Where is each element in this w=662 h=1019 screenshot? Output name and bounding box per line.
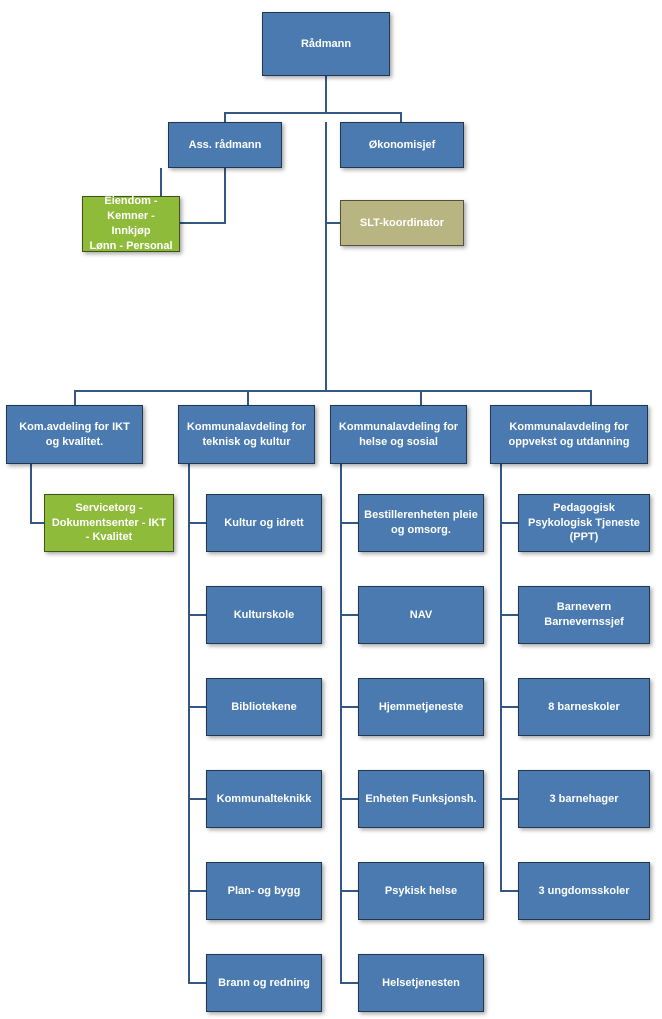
node-barnehager: 3 barnehager — [518, 770, 650, 828]
node-slt: SLT-koordinator — [340, 200, 464, 246]
node-helsetjenesten: Helsetjenesten — [358, 954, 484, 1012]
node-radmann: Rådmann — [262, 12, 390, 76]
node-kommunalteknikk: Kommunalteknikk — [206, 770, 322, 828]
node-ppt: Pedagogisk Psykologisk Tjeneste (PPT) — [518, 494, 650, 552]
dept-teknisk: Kommunalavdeling for teknisk og kultur — [178, 405, 315, 464]
dept-helse: Kommunalavdeling for helse og sosial — [330, 405, 467, 464]
dept-ikt: Kom.avdeling for IKT og kvalitet. — [6, 405, 143, 464]
node-bestillerenheten: Bestillerenheten pleie og omsorg. — [358, 494, 484, 552]
node-funksjonsh: Enheten Funksjonsh. — [358, 770, 484, 828]
node-nav: NAV — [358, 586, 484, 644]
node-barnevern: Barnevern Barnevernssjef — [518, 586, 650, 644]
node-psykisk-helse: Psykisk helse — [358, 862, 484, 920]
node-barneskoler: 8 barneskoler — [518, 678, 650, 736]
node-plan-bygg: Plan- og bygg — [206, 862, 322, 920]
node-eiendom: Eiendom - Kemner - Innkjøp Lønn - Person… — [82, 196, 180, 252]
node-ungdomsskoler: 3 ungdomsskoler — [518, 862, 650, 920]
node-ass-radmann: Ass. rådmann — [168, 122, 282, 168]
node-kultur-idrett: Kultur og idrett — [206, 494, 322, 552]
dept-oppvekst: Kommunalavdeling for oppvekst og utdanni… — [490, 405, 648, 464]
node-brann-redning: Brann og redning — [206, 954, 322, 1012]
node-okonomisjef: Økonomisjef — [340, 122, 464, 168]
node-hjemmetjeneste: Hjemmetjeneste — [358, 678, 484, 736]
node-servicetorg: Servicetorg - Dokumentsenter - IKT - Kva… — [44, 494, 174, 552]
node-kulturskole: Kulturskole — [206, 586, 322, 644]
node-bibliotekene: Bibliotekene — [206, 678, 322, 736]
